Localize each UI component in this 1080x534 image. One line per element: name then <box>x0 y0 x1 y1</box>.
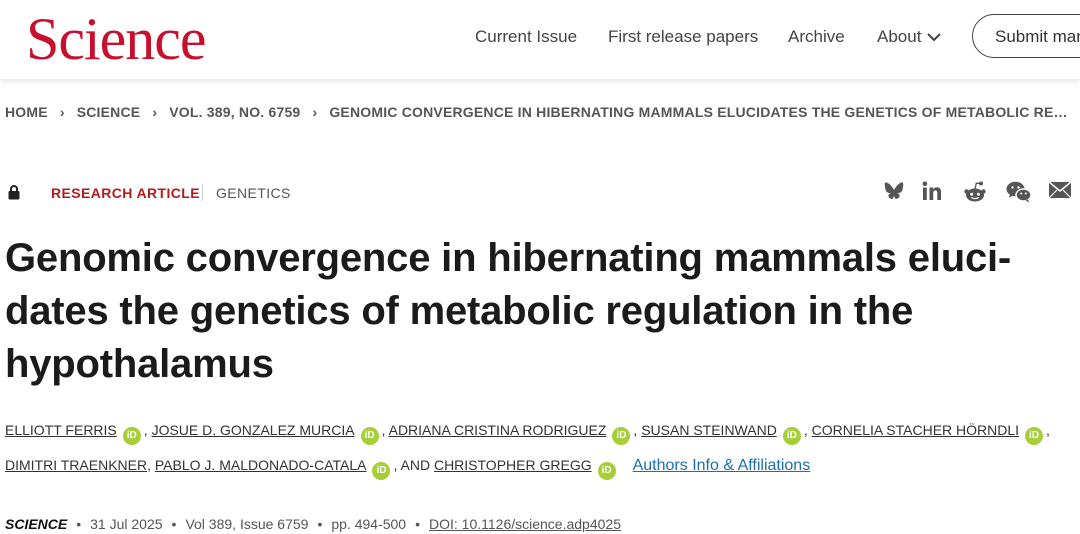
authors-affiliations-link[interactable]: Authors Info & Affiliations <box>633 457 811 474</box>
author-name[interactable]: ELLIOTT FERRIS <box>5 422 117 438</box>
chevron-right-icon: › <box>312 104 318 120</box>
author-name[interactable]: PABLO J. MALDONADO-CATALA <box>155 457 367 473</box>
separator-dot: • <box>76 516 82 532</box>
wechat-icon[interactable] <box>1006 181 1032 203</box>
article-type[interactable]: RESEARCH ARTICLE <box>51 184 200 202</box>
orcid-icon[interactable]: iD <box>782 427 801 445</box>
separator-dot: • <box>317 516 323 532</box>
email-icon[interactable] <box>1048 181 1072 199</box>
volume-issue: Vol 389, Issue 6759 <box>185 516 309 532</box>
lock-icon <box>8 185 20 200</box>
site-header: Science Current Issue First release pape… <box>0 0 1080 80</box>
doi-link[interactable]: DOI: 10.1126/science.adp4025 <box>429 516 621 532</box>
orcid-icon[interactable]: iD <box>612 427 631 445</box>
separator-dot: • <box>171 516 177 532</box>
author-name[interactable]: SUSAN STEINWAND <box>641 422 777 438</box>
nav-about-label: About <box>877 27 922 46</box>
breadcrumb-home[interactable]: HOME <box>5 104 48 120</box>
linkedin-icon[interactable] <box>922 181 942 201</box>
and-label: AND <box>400 457 431 473</box>
nav-current-issue[interactable]: Current Issue <box>475 26 577 48</box>
chevron-right-icon: › <box>59 104 65 120</box>
chevron-right-icon: › <box>152 104 158 120</box>
divider <box>202 184 203 201</box>
author-name[interactable]: DIMITRI TRAENKNER <box>5 457 147 473</box>
orcid-icon[interactable]: iD <box>122 427 141 445</box>
article-title: Genomic convergence in hibernating mamma… <box>5 236 1012 386</box>
nav-about[interactable]: About <box>877 26 942 48</box>
science-logo[interactable]: Science <box>26 4 207 74</box>
author-name[interactable]: ADRIANA CRISTINA RODRIGUEZ <box>389 422 607 438</box>
publish-date: 31 Jul 2025 <box>90 516 163 532</box>
page-range: pp. 494-500 <box>331 516 407 532</box>
article-meta: SCIENCE • 31 Jul 2025 • Vol 389, Issue 6759 •… <box>5 515 621 533</box>
orcid-icon[interactable]: iD <box>1025 427 1044 445</box>
breadcrumb-issue[interactable]: VOL. 389, NO. 6759 <box>169 104 300 120</box>
author-name[interactable]: CHRISTOPHER GREGG <box>434 457 592 473</box>
authors-line-2: DIMITRI TRAENKNER, PABLO J. MALDONADO-CA… <box>5 456 810 480</box>
breadcrumb-current: GENOMIC CONVERGENCE IN HIBERNATING MAMMA… <box>329 104 1075 120</box>
submit-manuscript-button[interactable]: Submit manuscript <box>972 14 1080 58</box>
bluesky-icon[interactable] <box>883 181 905 201</box>
chevron-down-icon <box>927 33 942 42</box>
author-name[interactable]: JOSUE D. GONZALEZ MURCIA <box>152 422 355 438</box>
breadcrumb: HOME › SCIENCE › VOL. 389, NO. 6759 › GENOMIC … <box>5 103 1074 121</box>
author-name[interactable]: CORNELIA STACHER HÖRNDLI <box>812 422 1019 438</box>
nav-archive[interactable]: Archive <box>788 26 845 48</box>
orcid-icon[interactable]: iD <box>360 427 379 445</box>
authors-line-1: ELLIOTT FERRIS iD, JOSUE D. GONZALEZ MURC… <box>5 421 1050 445</box>
orcid-icon[interactable]: iD <box>372 462 391 480</box>
separator-dot: • <box>415 516 420 532</box>
breadcrumb-science[interactable]: SCIENCE <box>77 104 141 120</box>
journal-name: SCIENCE <box>5 516 68 532</box>
orcid-icon[interactable]: iD <box>597 462 616 480</box>
reddit-icon[interactable] <box>963 181 987 203</box>
article-subject[interactable]: GENETICS <box>216 184 291 202</box>
nav-first-release-papers[interactable]: First release papers <box>608 26 758 48</box>
